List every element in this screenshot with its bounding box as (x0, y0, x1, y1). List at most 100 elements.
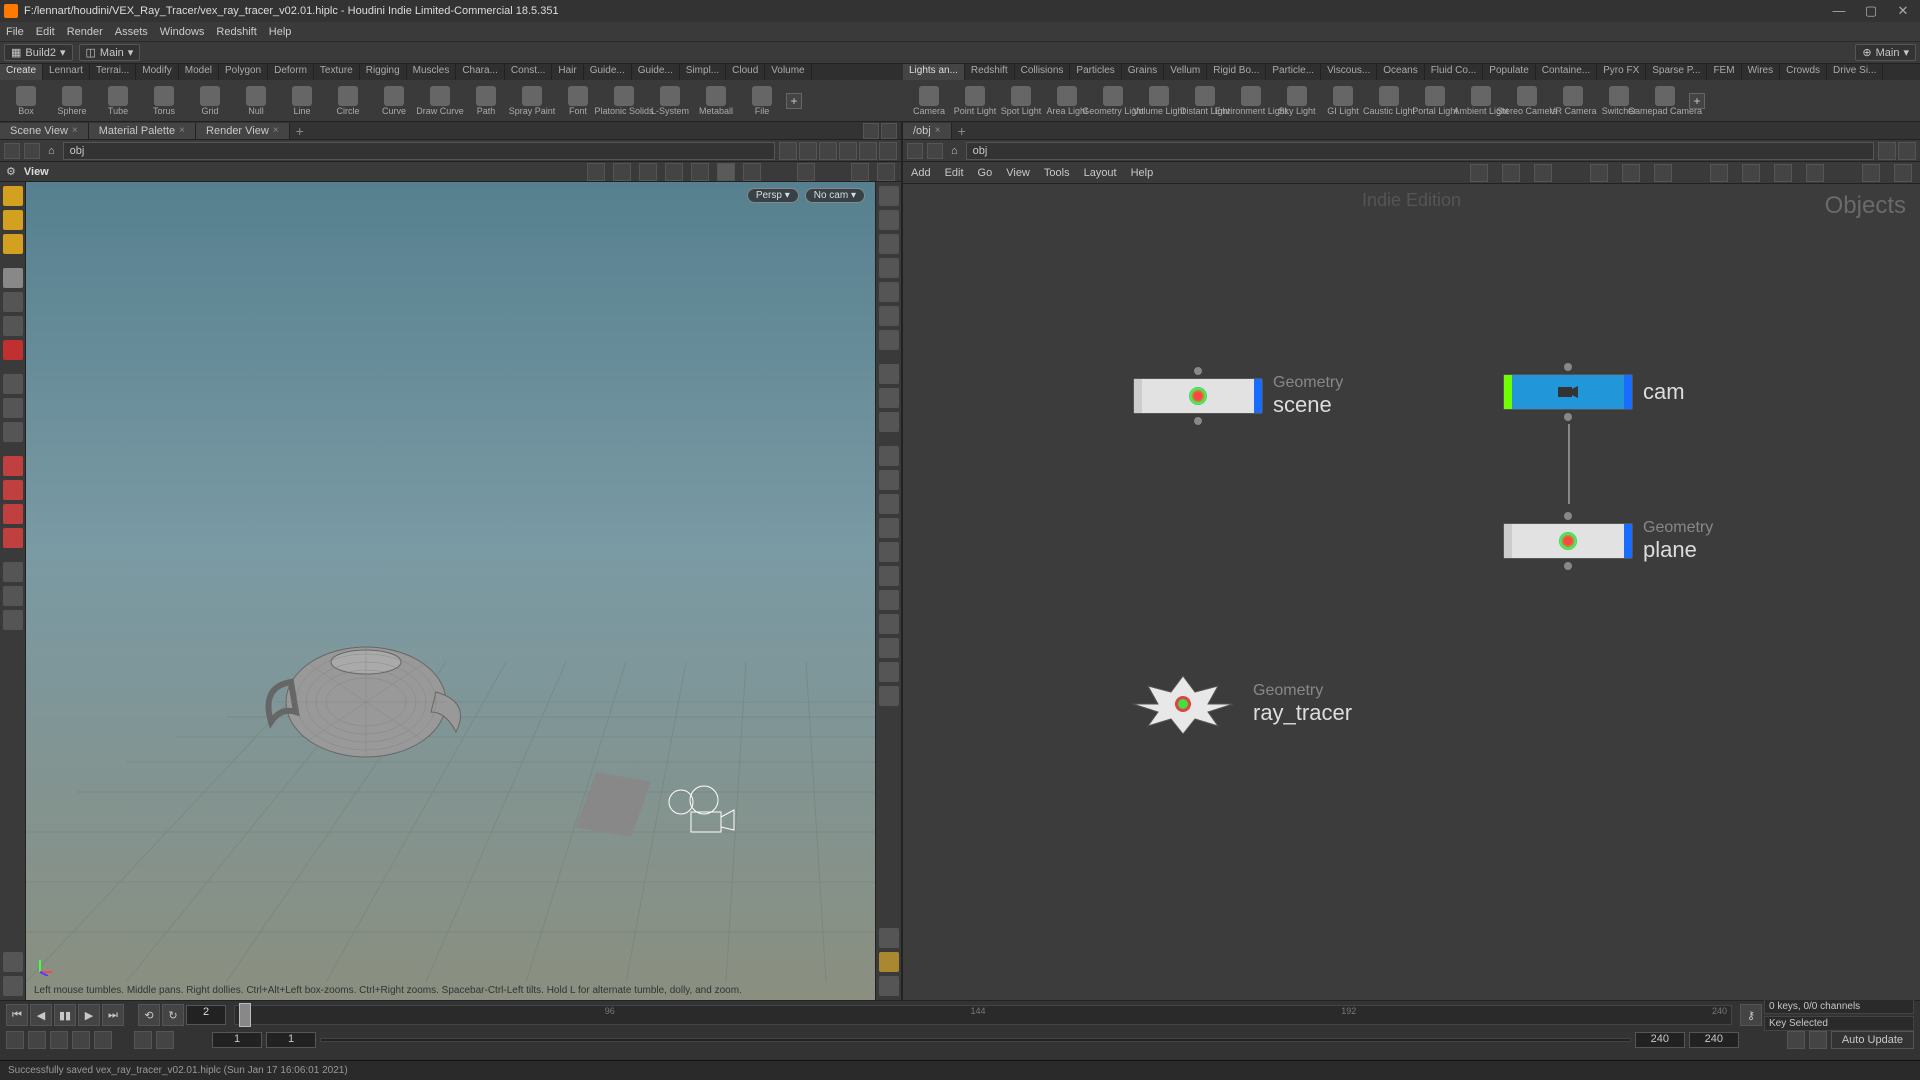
shelf-tab[interactable]: Populate (1483, 64, 1535, 80)
audio-icon[interactable] (50, 1031, 68, 1049)
close-tab-icon[interactable]: × (935, 125, 941, 136)
shelf-tab[interactable]: Sparse P... (1646, 64, 1707, 80)
snap-icon[interactable] (799, 142, 817, 160)
brush-icon[interactable] (3, 374, 23, 394)
add-shelf-tool[interactable]: + (1689, 93, 1705, 109)
disp-lock-icon[interactable] (879, 234, 899, 254)
shelf-tool[interactable]: Gamepad Camera (1643, 86, 1687, 116)
shelf-tool[interactable]: Portal Light (1413, 86, 1457, 116)
snap-pt-icon[interactable] (3, 504, 23, 524)
disp-shaded-icon[interactable] (879, 388, 899, 408)
shelf-tool[interactable]: Circle (326, 86, 370, 116)
disp-home-icon[interactable] (879, 186, 899, 206)
shelf-tab[interactable]: Texture (314, 64, 360, 80)
close-button[interactable]: ✕ (1896, 3, 1910, 19)
rotate-mode-icon[interactable] (639, 163, 657, 181)
shelf-tab[interactable]: Lennart (43, 64, 90, 80)
view-mode-active-icon[interactable] (717, 163, 735, 181)
minimize-button[interactable]: — (1832, 3, 1846, 19)
shelf-tool[interactable]: Sphere (50, 86, 94, 116)
select-geo-icon[interactable] (3, 210, 23, 230)
shelf-tab[interactable]: Simpl... (680, 64, 726, 80)
close-tab-icon[interactable]: × (179, 125, 185, 136)
shelf-tool[interactable]: Tube (96, 86, 140, 116)
shelf-tool[interactable]: Font (556, 86, 600, 116)
disp-hq-icon[interactable] (879, 330, 899, 350)
net-menu-tools[interactable]: Tools (1044, 167, 1070, 179)
shelf-tool[interactable]: L-System (648, 86, 692, 116)
shelf-tool[interactable]: Spot Light (999, 86, 1043, 116)
construction-plane-icon[interactable] (3, 562, 23, 582)
menu-assets[interactable]: Assets (115, 26, 148, 38)
path-input[interactable]: obj (63, 142, 775, 160)
menu-file[interactable]: File (6, 26, 24, 38)
shelf-tab[interactable]: Hair (552, 64, 583, 80)
menu-redshift[interactable]: Redshift (216, 26, 256, 38)
menu-help[interactable]: Help (269, 26, 292, 38)
prev-key-icon[interactable] (134, 1031, 152, 1049)
node-cam[interactable]: cam (1503, 374, 1685, 410)
shelf-tab[interactable]: Grains (1122, 64, 1164, 80)
path-input[interactable]: obj (966, 142, 1874, 160)
display-opts-icon[interactable] (859, 142, 877, 160)
help-icon[interactable] (877, 163, 895, 181)
wire-cam-plane[interactable] (1568, 424, 1570, 504)
chat-icon[interactable] (1787, 1031, 1805, 1049)
shelf-tab[interactable]: Guide... (584, 64, 632, 80)
shelf-tab[interactable]: FEM (1707, 64, 1741, 80)
disp-ghost-icon[interactable] (879, 282, 899, 302)
shelf-right-tabs[interactable]: Lights an...RedshiftCollisionsParticlesG… (903, 64, 1920, 80)
shelf-tab[interactable]: Chara... (456, 64, 505, 80)
disp-info-icon[interactable] (879, 928, 899, 948)
shelf-tab[interactable]: Model (179, 64, 219, 80)
ghost-icon[interactable] (819, 142, 837, 160)
light-icon[interactable] (3, 610, 23, 630)
net-menu-layout[interactable]: Layout (1084, 167, 1117, 179)
clock-icon[interactable] (94, 1031, 112, 1049)
disp-uv-icon[interactable] (879, 494, 899, 514)
arrow-icon[interactable] (3, 268, 23, 288)
first-frame-button[interactable]: ⏮ (6, 1004, 28, 1026)
shelf-tab[interactable]: Const... (505, 64, 552, 80)
pose-icon[interactable] (3, 422, 23, 442)
loop-toggle[interactable]: ↻ (162, 1004, 184, 1026)
net-list-icon[interactable] (1502, 164, 1520, 182)
global-anim-icon[interactable] (72, 1031, 90, 1049)
visualizer-icon[interactable] (3, 586, 23, 606)
menu-windows[interactable]: Windows (160, 26, 205, 38)
brush-tool-icon[interactable] (3, 952, 23, 972)
render-region-icon[interactable] (743, 163, 761, 181)
disp-hull-icon[interactable] (879, 566, 899, 586)
disp-light-icon[interactable] (879, 306, 899, 326)
net-search-icon[interactable] (1862, 164, 1880, 182)
shelf-tab[interactable]: Volume (765, 64, 811, 80)
shelf-tab[interactable]: Drive Si... (1827, 64, 1883, 80)
net-wrench-icon[interactable] (1470, 164, 1488, 182)
input-port[interactable] (1564, 512, 1572, 520)
net-menu-view[interactable]: View (1006, 167, 1030, 179)
shelf-left-tabs[interactable]: CreateLennartTerrai...ModifyModelPolygon… (0, 64, 903, 80)
disp-normal-icon[interactable] (879, 470, 899, 490)
net-color-icon[interactable] (1742, 164, 1760, 182)
shelf-tab[interactable]: Lights an... (903, 64, 965, 80)
next-key-icon[interactable] (156, 1031, 174, 1049)
add-tab-button[interactable]: + (290, 123, 310, 139)
bone-icon[interactable] (3, 398, 23, 418)
input-port[interactable] (1564, 363, 1572, 371)
net-tree-icon[interactable] (1534, 164, 1552, 182)
node-scene[interactable]: Geometry scene (1133, 374, 1343, 418)
snapshot-icon[interactable] (797, 163, 815, 181)
net-grid2-icon[interactable] (1622, 164, 1640, 182)
scale-mode-icon[interactable] (665, 163, 683, 181)
shelf-tab[interactable]: Terrai... (90, 64, 136, 80)
layout-selector[interactable]: ◫ Main ▾ (79, 44, 141, 61)
shelf-tool[interactable]: Caustic Light (1367, 86, 1411, 116)
disp-pt-icon[interactable] (879, 446, 899, 466)
snap-multi-icon[interactable] (3, 528, 23, 548)
disp-bg-icon[interactable] (879, 614, 899, 634)
disp-profile-icon[interactable] (879, 590, 899, 610)
net-expand-icon[interactable] (1894, 164, 1912, 182)
end-frame-input[interactable]: 240 (1689, 1032, 1739, 1048)
gear-icon[interactable]: ⚙ (6, 165, 16, 178)
shelf-tool[interactable]: Curve (372, 86, 416, 116)
